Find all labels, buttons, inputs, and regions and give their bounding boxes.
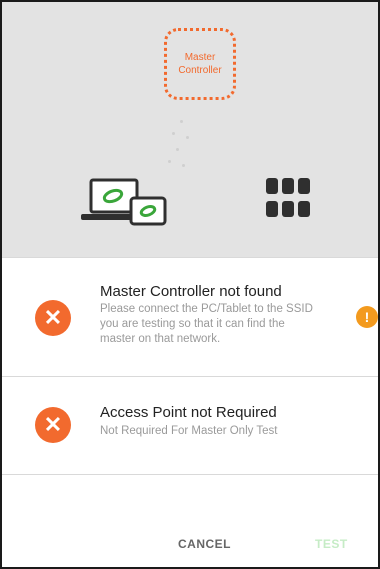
- check-item-master: ✕ Master Controller not found Please con…: [2, 257, 378, 377]
- dialog: Master Controller ✕ Master Controller no…: [0, 0, 380, 569]
- divider: [2, 474, 378, 475]
- master-controller-node: Master Controller: [164, 28, 236, 100]
- test-button[interactable]: TEST: [315, 537, 348, 551]
- network-diagram: Master Controller: [2, 2, 378, 257]
- master-label-line2: Controller: [178, 65, 222, 76]
- alert-icon[interactable]: !: [356, 306, 378, 328]
- check-item-access-point: ✕ Access Point not Required Not Required…: [2, 376, 378, 475]
- check-title: Access Point not Required: [100, 404, 277, 421]
- check-description: Please connect the PC/Tablet to the SSID…: [100, 303, 313, 345]
- cancel-button[interactable]: CANCEL: [178, 537, 231, 551]
- check-description: Not Required For Master Only Test: [100, 425, 278, 437]
- error-close-icon: ✕: [35, 300, 71, 336]
- pc-tablet-icon: [81, 178, 167, 226]
- master-label-line1: Master: [184, 52, 216, 63]
- check-title: Master Controller not found: [100, 283, 282, 300]
- access-point-grid-icon: [266, 178, 310, 222]
- error-close-icon: ✕: [35, 407, 71, 443]
